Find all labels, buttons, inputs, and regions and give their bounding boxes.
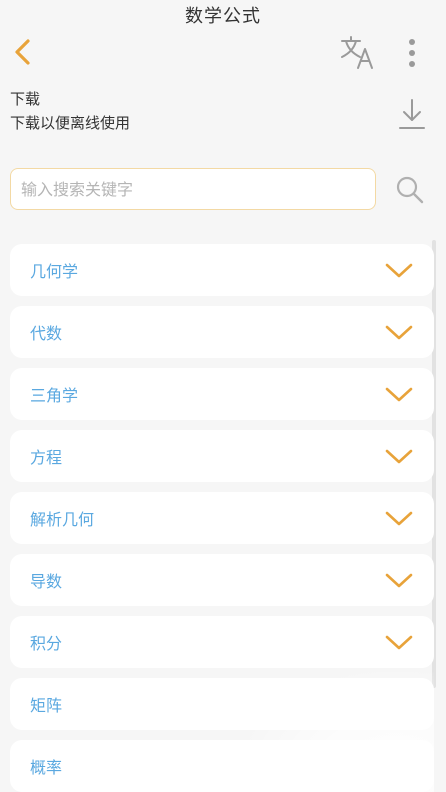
list-item-geometry[interactable]: 几何学 (10, 244, 434, 296)
search-icon (396, 176, 424, 204)
list-item-label: 代数 (30, 324, 63, 343)
list-item-label: 积分 (30, 634, 63, 653)
list-item-label: 几何学 (30, 262, 79, 281)
list-item-equations[interactable]: 方程 (10, 430, 434, 482)
list-item-matrices[interactable]: 矩阵 (10, 678, 434, 730)
chevron-down-icon[interactable] (384, 628, 414, 656)
chevron-down-icon[interactable] (384, 380, 414, 408)
list-item-label: 矩阵 (30, 696, 63, 715)
more-options-button[interactable] (398, 34, 426, 72)
chevron-left-icon (15, 39, 30, 65)
download-section: 下载 下载以便离线使用 (10, 88, 436, 138)
list-item-probability[interactable]: 概率 (10, 740, 434, 792)
download-button[interactable] (394, 96, 430, 132)
search-input[interactable] (10, 168, 376, 210)
list-item-analytic-geometry[interactable]: 解析几何 (10, 492, 434, 544)
page-title: 数学公式 (185, 6, 261, 27)
list-item-trigonometry[interactable]: 三角学 (10, 368, 434, 420)
list-item-label: 解析几何 (30, 510, 95, 529)
category-list: 几何学 代数 三角学 方程 解析几何 导数 积分 矩阵 概率 (10, 244, 434, 792)
list-item-label: 概率 (30, 758, 63, 777)
list-item-label: 三角学 (30, 386, 79, 405)
download-subtitle: 下载以便离线使用 (10, 114, 131, 132)
list-item-algebra[interactable]: 代数 (10, 306, 434, 358)
back-button[interactable] (8, 34, 44, 70)
search-button[interactable] (392, 172, 428, 208)
chevron-down-icon[interactable] (384, 504, 414, 532)
top-bar (0, 30, 446, 74)
translate-button[interactable] (338, 34, 378, 72)
list-item-label: 导数 (30, 572, 63, 591)
chevron-down-icon[interactable] (384, 318, 414, 346)
more-vertical-icon (409, 39, 415, 67)
list-item-derivatives[interactable]: 导数 (10, 554, 434, 606)
chevron-down-icon[interactable] (384, 566, 414, 594)
download-title: 下载 (10, 90, 41, 108)
download-icon (399, 99, 425, 129)
translate-icon (341, 36, 373, 69)
chevron-down-icon[interactable] (384, 256, 414, 284)
chevron-down-icon[interactable] (384, 442, 414, 470)
list-item-label: 方程 (30, 448, 63, 467)
list-item-integrals[interactable]: 积分 (10, 616, 434, 668)
